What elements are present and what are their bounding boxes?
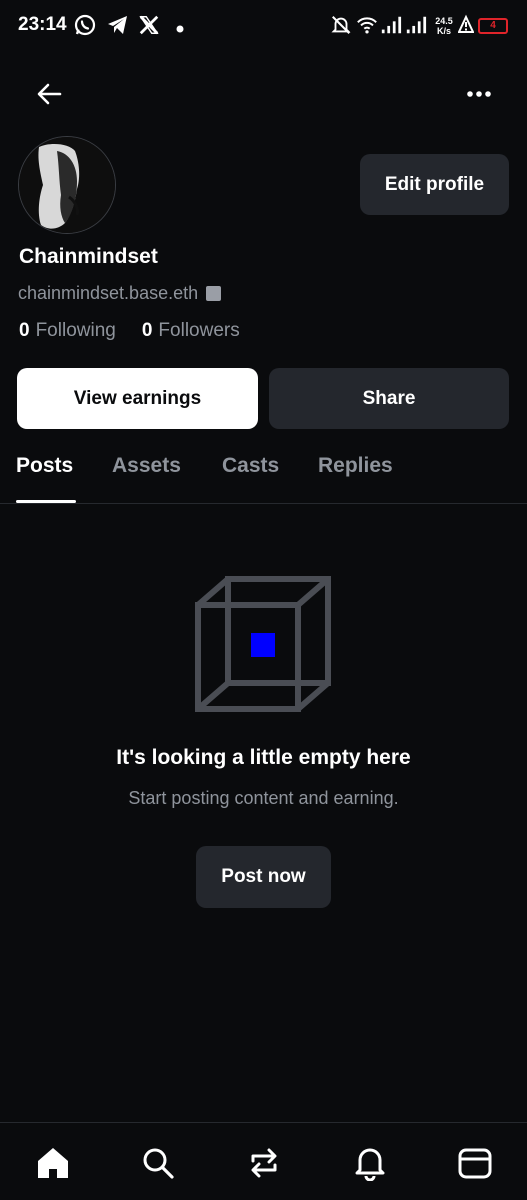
- transfer-icon[interactable]: [246, 1145, 282, 1181]
- signal-icon: [405, 12, 427, 43]
- dot-icon: [176, 20, 184, 38]
- following-label: Following: [35, 320, 116, 341]
- cube-icon: [194, 575, 334, 715]
- tab-casts[interactable]: Casts: [222, 454, 279, 478]
- active-tab-indicator: [16, 500, 76, 503]
- tab-replies[interactable]: Replies: [318, 454, 393, 478]
- followers-count: 0: [141, 320, 153, 341]
- post-now-button[interactable]: Post now: [196, 846, 331, 908]
- more-options-button[interactable]: [460, 80, 498, 108]
- followers-stat[interactable]: 0 Followers: [142, 320, 240, 342]
- avatar[interactable]: [18, 136, 116, 234]
- telegram-icon: [106, 12, 130, 43]
- net-speed: 24.5 K/s: [434, 16, 454, 36]
- status-time: 23:14: [18, 14, 67, 35]
- net-speed-unit: K/s: [436, 26, 451, 36]
- bell-icon[interactable]: [352, 1145, 388, 1182]
- app-root: 23:14 24.5 K/s 4 Edit profile Chainminds…: [0, 0, 527, 1200]
- x-icon: [138, 12, 160, 43]
- follow-stats: 0 Following 0 Followers: [19, 320, 266, 342]
- following-count: 0: [19, 320, 30, 341]
- share-button[interactable]: Share: [269, 368, 509, 429]
- basename-badge-icon: [206, 286, 222, 301]
- wallet-icon[interactable]: [457, 1145, 493, 1181]
- search-icon[interactable]: [140, 1145, 176, 1181]
- status-bar: 23:14 24.5 K/s 4: [0, 0, 527, 54]
- net-speed-value: 24.5: [435, 16, 453, 26]
- home-icon[interactable]: [35, 1145, 71, 1181]
- handle-text: chainmindset.base.eth: [18, 283, 199, 303]
- tab-assets[interactable]: Assets: [112, 454, 181, 478]
- display-name: Chainmindset: [19, 245, 158, 268]
- view-earnings-button[interactable]: View earnings: [17, 368, 258, 429]
- avatar-image: [19, 137, 115, 233]
- more-horizontal-icon: [460, 91, 498, 112]
- bell-muted-icon: [330, 12, 352, 43]
- handle-row: chainmindset.base.eth: [18, 283, 222, 304]
- profile-tabs: Posts Assets Casts Replies: [0, 440, 527, 504]
- alert-icon: [457, 12, 475, 43]
- wifi-icon: [356, 12, 378, 43]
- empty-state-title: It's looking a little empty here: [116, 746, 411, 769]
- tab-posts[interactable]: Posts: [16, 454, 73, 478]
- whatsapp-icon: [73, 12, 97, 43]
- edit-profile-button[interactable]: Edit profile: [360, 154, 509, 215]
- battery-indicator: 4: [478, 18, 508, 34]
- bottom-nav: [0, 1122, 527, 1200]
- signal-icon: [380, 12, 402, 43]
- arrow-left-icon: [30, 83, 70, 116]
- back-button[interactable]: [30, 76, 70, 112]
- followers-label: Followers: [158, 320, 240, 341]
- empty-state-subtitle: Start posting content and earning.: [128, 788, 399, 808]
- following-stat[interactable]: 0 Following: [19, 320, 116, 342]
